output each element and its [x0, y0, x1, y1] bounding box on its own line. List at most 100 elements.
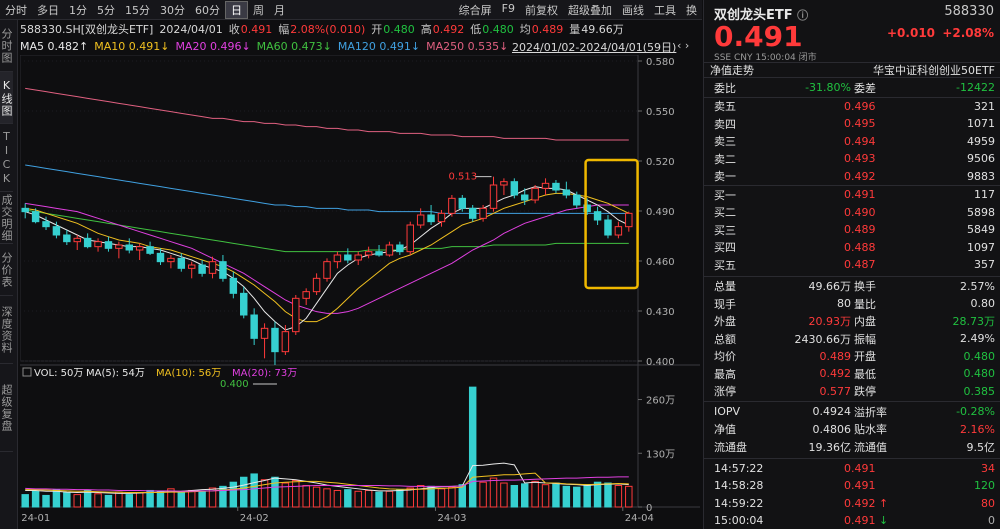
candle[interactable] — [209, 262, 215, 274]
candle[interactable] — [626, 213, 632, 226]
volume-bar[interactable] — [605, 483, 611, 507]
chart-nav-buttons[interactable]: ‹ › — [677, 39, 689, 52]
view-tab[interactable]: 分价表 — [0, 244, 13, 296]
candle[interactable] — [355, 255, 361, 260]
volume-bar[interactable] — [116, 492, 122, 507]
volume-bar[interactable] — [542, 485, 548, 507]
ask-row[interactable]: 卖三0.4944959 — [704, 133, 1000, 151]
candle[interactable] — [53, 227, 59, 235]
volume-bar[interactable] — [397, 490, 403, 507]
period-tab[interactable]: 月 — [269, 2, 290, 18]
volume-bar[interactable] — [241, 477, 247, 507]
ma5-legend[interactable]: MA5 0.482↑ — [20, 40, 88, 53]
toolbar-button[interactable]: 工具 — [649, 2, 681, 18]
candle[interactable] — [293, 298, 299, 331]
candle[interactable] — [365, 252, 371, 255]
volume-bar[interactable] — [449, 487, 455, 507]
candle[interactable] — [490, 185, 496, 208]
candle[interactable] — [168, 258, 174, 261]
candle[interactable] — [522, 195, 528, 200]
volume-bar[interactable] — [22, 495, 28, 507]
candle[interactable] — [32, 212, 38, 222]
volume-bar[interactable] — [365, 490, 371, 507]
volume-bar[interactable] — [105, 495, 111, 507]
volume-bar[interactable] — [313, 487, 319, 507]
volume-bar[interactable] — [199, 491, 205, 507]
candle[interactable] — [574, 195, 580, 205]
toolbar-button[interactable]: 超级叠加 — [563, 2, 617, 18]
candle[interactable] — [553, 183, 559, 190]
toolbar-button[interactable]: 前复权 — [520, 2, 563, 18]
candle[interactable] — [438, 213, 444, 221]
bid-row[interactable]: 买二0.4905898 — [704, 204, 1000, 222]
volume-bar[interactable] — [334, 490, 340, 507]
volume-bar[interactable] — [522, 484, 528, 507]
candle[interactable] — [407, 225, 413, 252]
volume-bar[interactable] — [272, 477, 278, 507]
volume-bar[interactable] — [428, 486, 434, 507]
candle[interactable] — [22, 208, 28, 211]
volume-bar[interactable] — [157, 491, 163, 507]
period-tab[interactable]: 分时 — [0, 2, 32, 18]
candle[interactable] — [105, 242, 111, 249]
volume-bar[interactable] — [490, 478, 496, 507]
candle[interactable] — [136, 247, 142, 250]
period-tab[interactable]: 日 — [225, 1, 248, 19]
volume-bar[interactable] — [251, 474, 257, 507]
period-tab[interactable]: 周 — [248, 2, 269, 18]
volume-bar[interactable] — [563, 486, 569, 507]
volume-bar[interactable] — [615, 486, 621, 507]
volume-bar[interactable] — [376, 492, 382, 507]
view-tab[interactable]: 超级复盘 — [0, 364, 13, 452]
candle[interactable] — [303, 292, 309, 299]
period-tab[interactable]: 5分 — [92, 2, 120, 18]
candle[interactable] — [43, 222, 49, 227]
volume-bar[interactable] — [74, 495, 80, 507]
volume-bar[interactable] — [293, 481, 299, 507]
view-tab[interactable]: TICK — [0, 124, 13, 192]
volume-settings-icon[interactable] — [23, 368, 31, 376]
candle[interactable] — [542, 183, 548, 188]
view-tab[interactable]: 分时图 — [0, 20, 13, 72]
volume-bar[interactable] — [188, 490, 194, 507]
candle[interactable] — [428, 215, 434, 222]
toolbar-button[interactable]: F9 — [497, 2, 520, 18]
candle[interactable] — [594, 212, 600, 220]
ask-row[interactable]: 卖一0.4929883 — [704, 168, 1000, 186]
view-tab[interactable]: 深度资料 — [0, 296, 13, 364]
candle[interactable] — [178, 258, 184, 268]
volume-bar[interactable] — [178, 492, 184, 507]
candle[interactable] — [334, 255, 340, 262]
volume-bar[interactable] — [324, 489, 330, 507]
candle[interactable] — [282, 332, 288, 352]
volume-bar[interactable] — [84, 490, 90, 507]
candle[interactable] — [116, 245, 122, 248]
candle[interactable] — [480, 208, 486, 218]
ma20-legend[interactable]: MA20 0.496↓ — [175, 40, 250, 53]
candle[interactable] — [95, 242, 101, 247]
candle[interactable] — [605, 220, 611, 235]
volume-bar[interactable] — [43, 495, 49, 507]
volume-bar[interactable] — [303, 486, 309, 507]
candle[interactable] — [376, 252, 382, 255]
candle[interactable] — [501, 182, 507, 185]
candle[interactable] — [324, 262, 330, 279]
ma250-legend[interactable]: MA250 0.535↓ — [426, 40, 508, 53]
volume-bar[interactable] — [95, 494, 101, 507]
candle[interactable] — [397, 245, 403, 252]
volume-bar[interactable] — [532, 481, 538, 507]
volume-bar[interactable] — [64, 493, 70, 507]
bid-row[interactable]: 买三0.4895849 — [704, 221, 1000, 239]
candle[interactable] — [199, 265, 205, 273]
period-tab[interactable]: 多日 — [32, 2, 64, 18]
period-tab[interactable]: 30分 — [155, 2, 190, 18]
ma120-legend[interactable]: MA120 0.491↓ — [338, 40, 420, 53]
volume-bar[interactable] — [594, 482, 600, 507]
candle[interactable] — [84, 238, 90, 246]
volume-bar[interactable] — [511, 486, 517, 507]
candle[interactable] — [563, 190, 569, 195]
candle[interactable] — [220, 262, 226, 279]
candle[interactable] — [157, 253, 163, 261]
volume-bar[interactable] — [584, 485, 590, 507]
bid-row[interactable]: 买四0.4881097 — [704, 239, 1000, 257]
